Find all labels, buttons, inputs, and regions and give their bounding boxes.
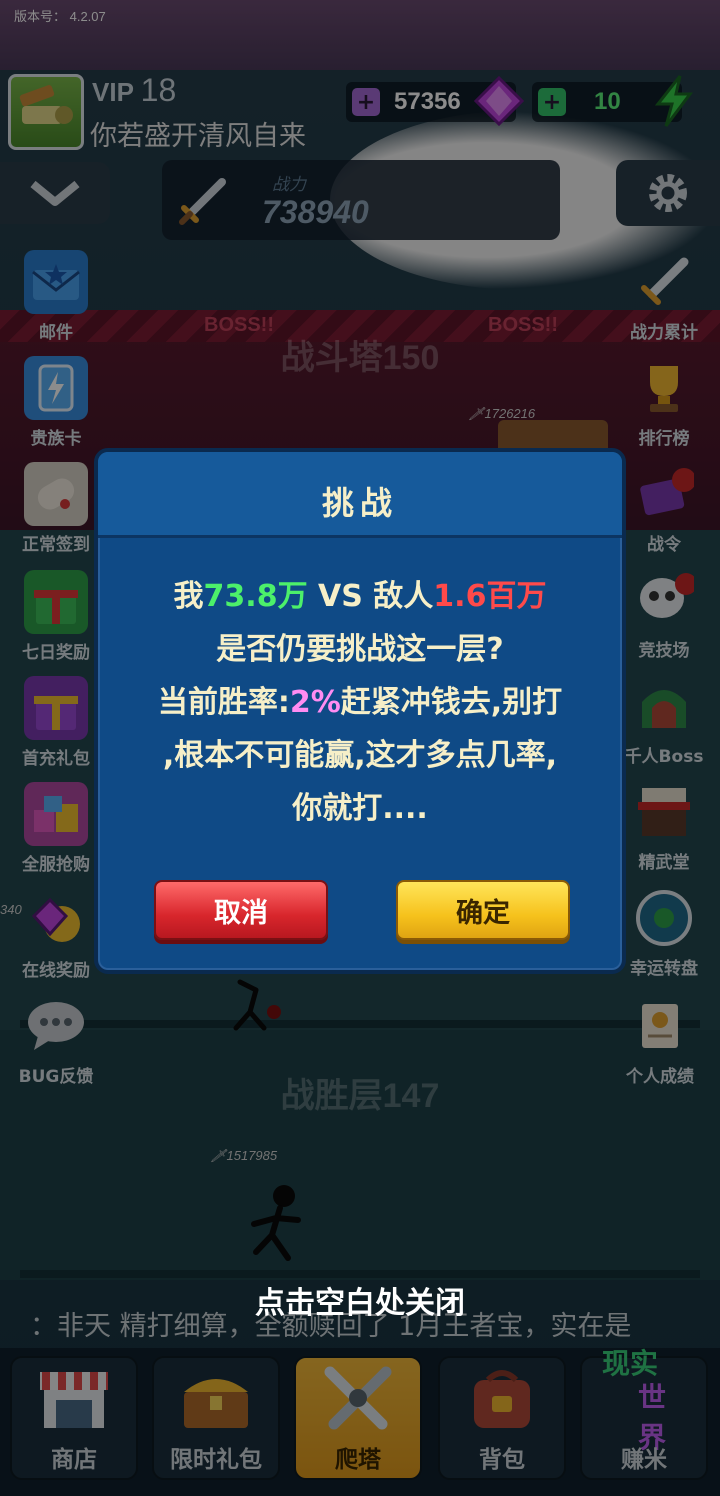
confirm-button[interactable]: 确定 xyxy=(396,880,570,940)
close-hint: 点击空白处关闭 xyxy=(255,1286,465,1321)
power-compare-line: 我73.8万 VS 敌人1.6百万 xyxy=(116,570,604,623)
dialog-message: 我73.8万 VS 敌人1.6百万 是否仍要挑战这一层? 当前胜率:2%赶紧冲钱… xyxy=(116,570,604,835)
vs-label: VS xyxy=(307,579,374,614)
my-power: 73.8万 xyxy=(203,579,308,614)
enemy-power: 1.6百万 xyxy=(433,579,547,614)
win-rate-value: 2% xyxy=(289,685,341,720)
message-line-4: ,根本不可能赢,这才多点几率, xyxy=(162,738,558,773)
win-rate-line: 当前胜率:2%赶紧冲钱去,别打 xyxy=(116,676,604,729)
enemy-label: 敌人 xyxy=(373,579,434,614)
dialog-title: 挑战 xyxy=(321,484,398,522)
game-screen: BOSS!! BOSS!! 战斗塔150 🗡1726216 战胜层147 🗡15… xyxy=(0,0,720,1496)
win-rate-suffix: 赶紧冲钱去,别打 xyxy=(340,685,563,720)
cancel-button[interactable]: 取消 xyxy=(154,880,328,940)
dialog-title-bar: 挑战 xyxy=(98,452,622,538)
confirm-question: 是否仍要挑战这一层? xyxy=(216,632,504,667)
challenge-dialog: 挑战 我73.8万 VS 敌人1.6百万 是否仍要挑战这一层? 当前胜率:2%赶… xyxy=(94,448,626,974)
win-rate-prefix: 当前胜率: xyxy=(157,685,290,720)
message-line-5: 你就打.... xyxy=(292,791,428,826)
me-label: 我 xyxy=(173,579,204,614)
